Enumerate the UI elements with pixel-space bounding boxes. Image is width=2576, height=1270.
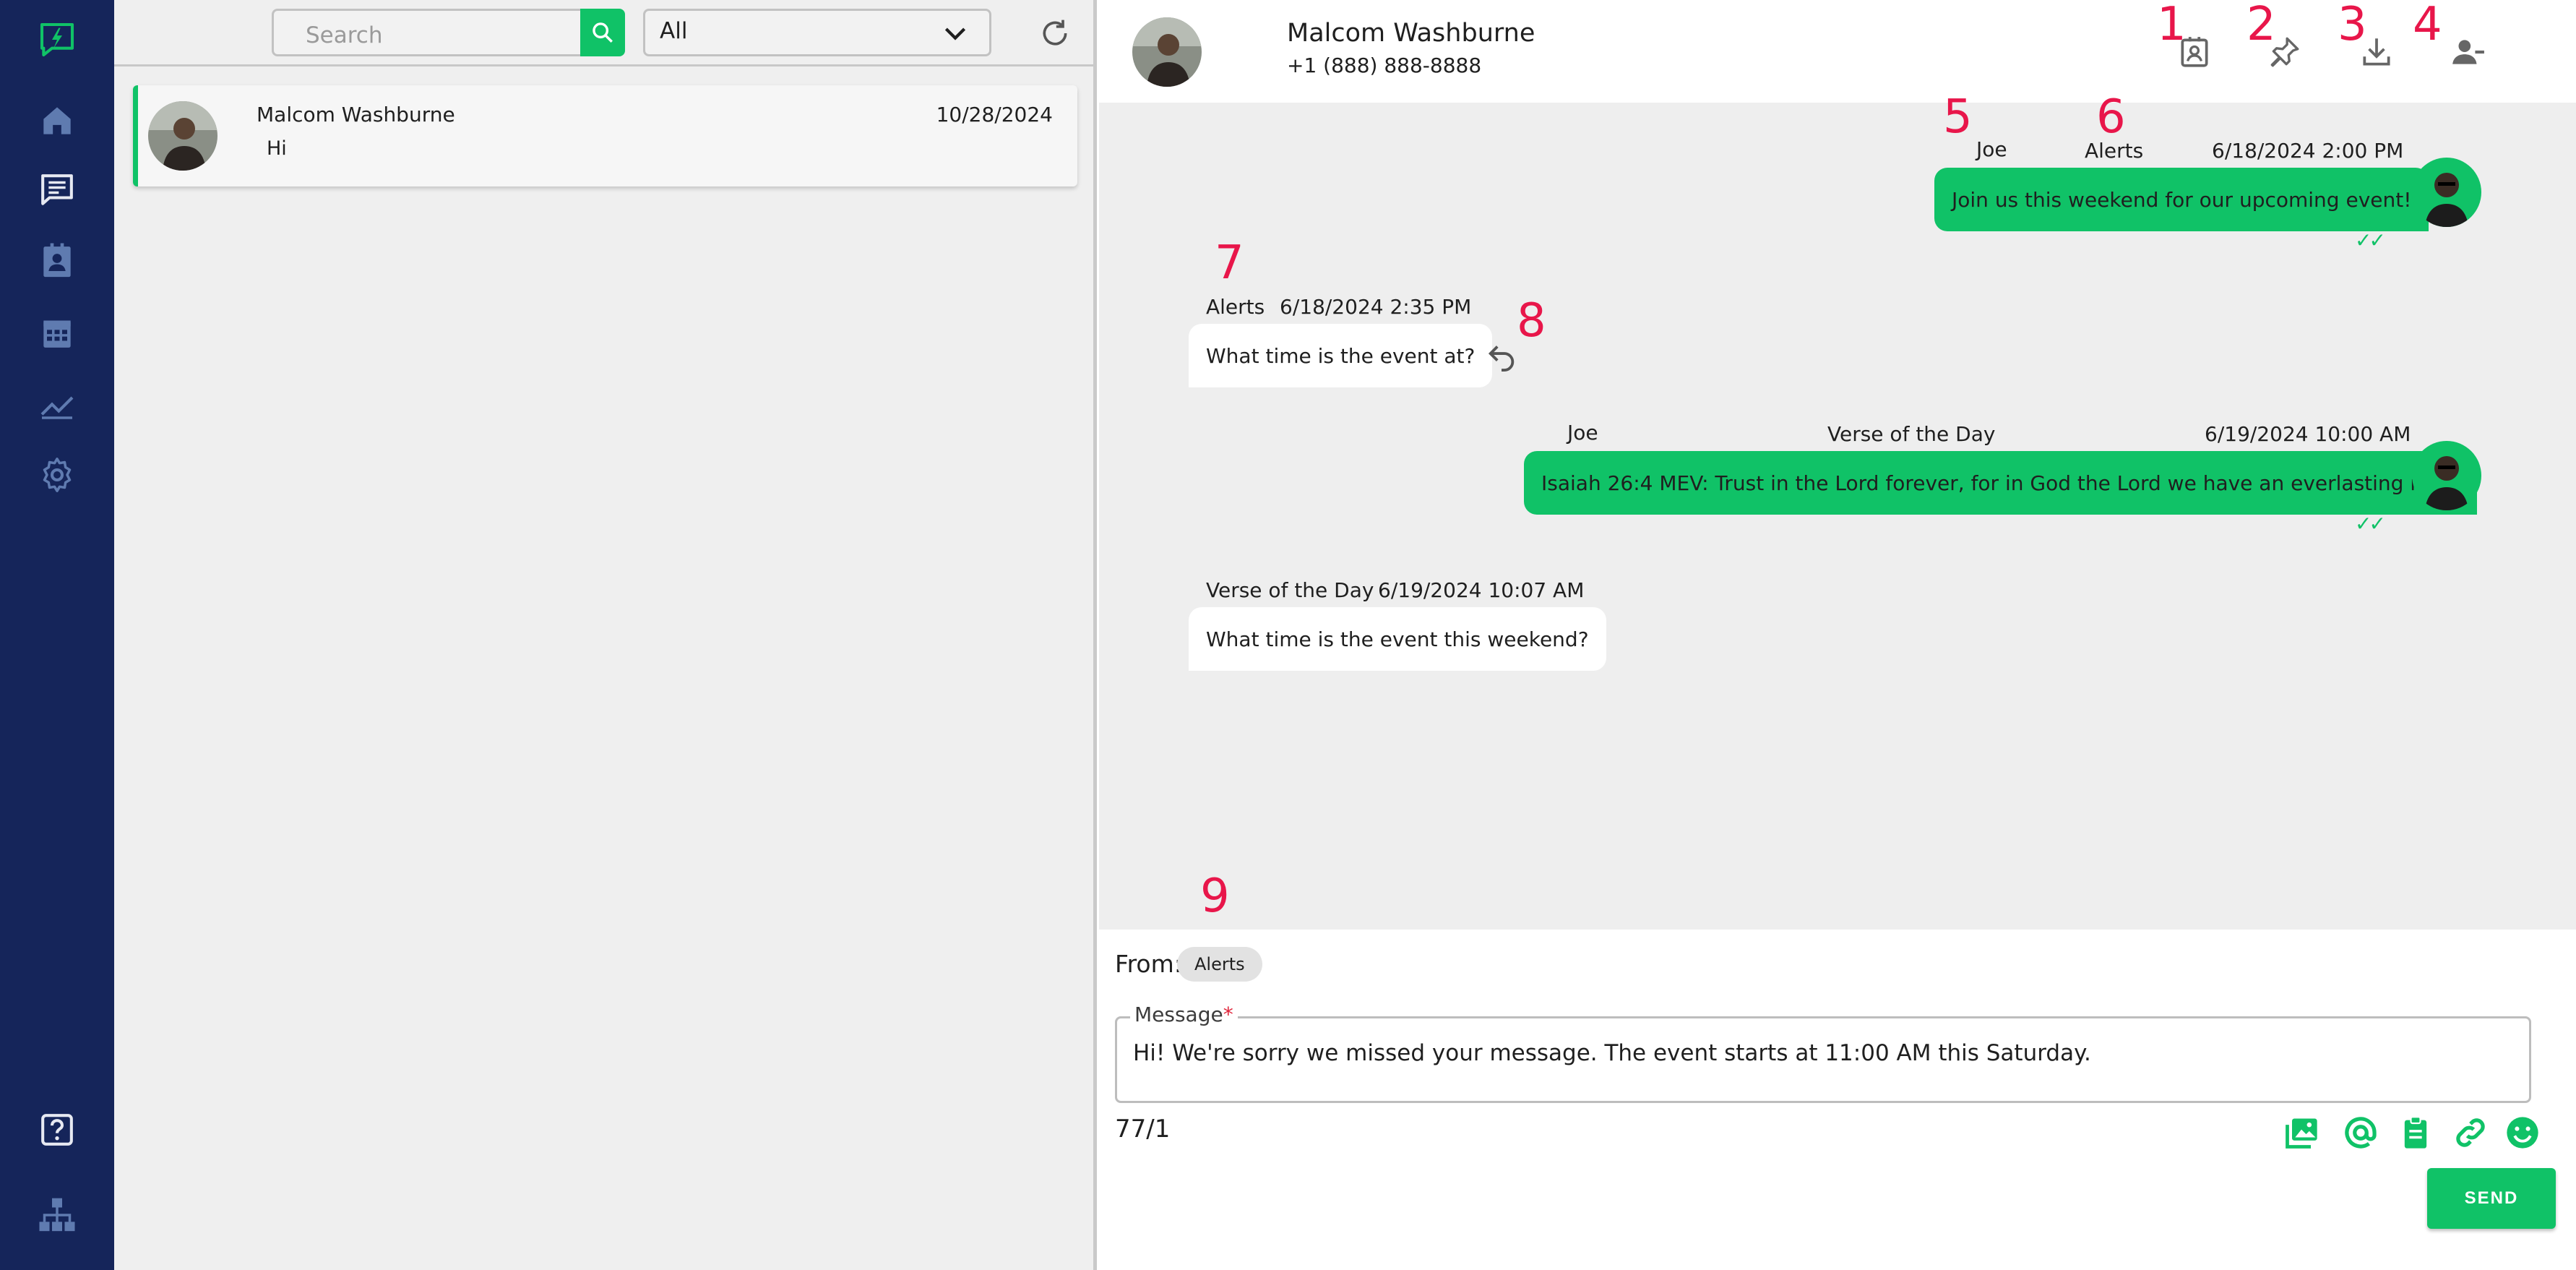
filter-value: All xyxy=(660,18,688,44)
annotation-8: 8 xyxy=(1517,294,1546,348)
message-time: 6/19/2024 10:00 AM xyxy=(2205,422,2411,446)
message-bubble-incoming: What time is the event at? xyxy=(1189,324,1493,387)
message-sender: Joe xyxy=(1567,421,1598,445)
at-mention-icon[interactable] xyxy=(2339,1112,2382,1154)
message-label: Message* xyxy=(1130,1003,1238,1026)
compose-area: From: Alerts Message* Hi! We're sorry we… xyxy=(1099,930,2576,1270)
avatar xyxy=(2412,441,2481,510)
message-time: 6/19/2024 10:07 AM xyxy=(1378,578,1585,602)
search-placeholder: Search xyxy=(306,22,383,48)
char-count: 77/1 xyxy=(1115,1115,1171,1144)
contact-name: Malcom Washburne xyxy=(1287,19,1535,48)
filter-select[interactable]: All xyxy=(643,9,991,56)
message-time: 6/18/2024 2:00 PM xyxy=(2212,139,2404,163)
message-value[interactable]: Hi! We're sorry we missed your message. … xyxy=(1133,1040,2091,1066)
message-campaign: Alerts xyxy=(2085,139,2144,163)
conversation-list-panel: Search All Malcom Washburne 10/28/2024 H… xyxy=(114,0,1097,1270)
message-label-text: Message xyxy=(1134,1003,1223,1026)
chevron-down-icon xyxy=(944,27,966,40)
avatar xyxy=(148,101,217,171)
chat-header: Malcom Washburne +1 (888) 888-8888 1 2 3… xyxy=(1099,0,2576,103)
delivered-ticks: ✓✓ xyxy=(2355,228,2386,252)
home-icon[interactable] xyxy=(35,98,79,143)
conversation-name: Malcom Washburne xyxy=(257,103,455,126)
conversation-date: 10/28/2024 xyxy=(936,103,1053,126)
conversation-preview: Hi xyxy=(267,137,287,160)
search-button[interactable] xyxy=(580,9,625,56)
from-chip[interactable]: Alerts xyxy=(1177,947,1262,982)
message-bubble-outgoing: Isaiah 26:4 MEV: Trust in the Lord forev… xyxy=(1524,451,2477,515)
from-label: From: xyxy=(1115,950,1182,978)
list-toolbar: Search All xyxy=(114,0,1093,66)
search-icon xyxy=(593,22,613,43)
annotation-2: 2 xyxy=(2247,0,2276,51)
annotation-6: 6 xyxy=(2096,90,2126,144)
help-icon[interactable] xyxy=(35,1107,79,1152)
message-campaign: Verse of the Day xyxy=(1206,578,1374,602)
message-field[interactable]: Message* Hi! We're sorry we missed your … xyxy=(1115,1003,2531,1103)
message-text: What time is the event at? xyxy=(1206,343,1476,368)
message-bubble-incoming: What time is the event this weekend? xyxy=(1189,607,1606,671)
messages-icon[interactable] xyxy=(35,168,79,213)
avatar xyxy=(1132,17,1202,87)
send-button[interactable]: SEND xyxy=(2427,1168,2556,1229)
contact-phone: +1 (888) 888-8888 xyxy=(1287,53,1482,77)
app-logo-icon[interactable] xyxy=(35,17,79,62)
clipboard-icon[interactable] xyxy=(2394,1112,2437,1154)
message-time: 6/18/2024 2:35 PM xyxy=(1280,295,1472,319)
refresh-icon[interactable] xyxy=(1039,17,1071,49)
message-text: Isaiah 26:4 MEV: Trust in the Lord forev… xyxy=(1541,471,2460,495)
annotation-3: 3 xyxy=(2338,0,2367,51)
annotation-1: 1 xyxy=(2157,0,2187,51)
delivered-ticks: ✓✓ xyxy=(2355,512,2386,536)
message-thread: 5 6 Joe Alerts 6/18/2024 2:00 PM Join us… xyxy=(1099,94,2576,930)
org-chart-icon[interactable] xyxy=(35,1193,79,1237)
annotation-7: 7 xyxy=(1215,236,1244,290)
message-sender: Joe xyxy=(1976,137,2007,161)
message-text: Join us this weekend for our upcoming ev… xyxy=(1952,187,2412,212)
search-input[interactable]: Search xyxy=(272,9,582,56)
message-text: What time is the event this weekend? xyxy=(1206,627,1589,651)
contacts-icon[interactable] xyxy=(35,239,79,283)
remove-user-icon[interactable] xyxy=(2447,32,2488,72)
media-gallery-icon[interactable] xyxy=(2280,1112,2323,1154)
message-bubble-outgoing: Join us this weekend for our upcoming ev… xyxy=(1934,168,2429,231)
annotation-5: 5 xyxy=(1943,90,1973,144)
required-mark: * xyxy=(1223,1003,1233,1026)
link-icon[interactable] xyxy=(2449,1112,2492,1154)
conversation-item[interactable]: Malcom Washburne 10/28/2024 Hi xyxy=(133,85,1077,186)
message-campaign: Alerts xyxy=(1206,295,1265,319)
annotation-9: 9 xyxy=(1200,870,1230,923)
calendar-icon[interactable] xyxy=(35,311,79,356)
settings-icon[interactable] xyxy=(35,452,79,497)
avatar xyxy=(2412,158,2481,227)
analytics-icon[interactable] xyxy=(35,380,79,425)
message-campaign: Verse of the Day xyxy=(1827,422,1996,446)
annotation-4: 4 xyxy=(2413,0,2442,51)
reply-icon[interactable] xyxy=(1485,338,1518,372)
emoji-icon[interactable] xyxy=(2501,1112,2544,1154)
nav-rail xyxy=(0,0,114,1270)
